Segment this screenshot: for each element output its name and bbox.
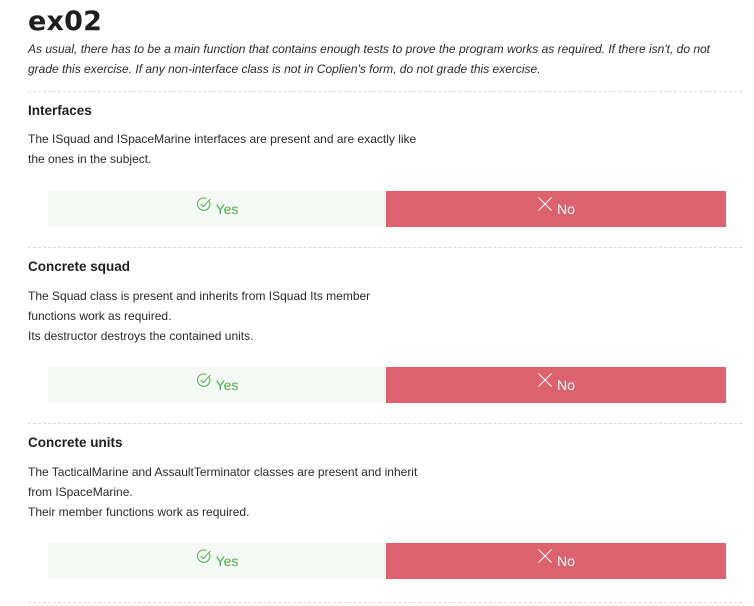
section-interfaces: Interfaces The ISquad and ISpaceMarine i…: [28, 91, 742, 244]
section-concrete-units: Concrete units The TacticalMarine and As…: [28, 423, 742, 596]
yes-label: Yes: [215, 553, 239, 569]
x-mark-icon: [537, 196, 553, 215]
grading-page: ex02 As usual, there has to be a main fu…: [28, 0, 742, 79]
no-label: No: [557, 377, 575, 393]
section-description: The Squad class is present and inherits …: [28, 286, 428, 346]
yes-label: Yes: [215, 377, 239, 393]
no-button[interactable]: No: [386, 543, 726, 579]
answer-buttons: Yes No: [48, 367, 726, 403]
description-line: The ISquad and ISpaceMarine interfaces a…: [28, 132, 417, 146]
no-label: No: [557, 553, 575, 569]
description-line: functions work as required.: [28, 309, 172, 323]
x-mark-icon: [537, 372, 553, 391]
check-circle-icon: [196, 372, 212, 391]
description-line: The Squad class is present and inherits …: [28, 289, 371, 303]
no-label: No: [557, 201, 575, 217]
section-heading: Concrete squad: [28, 259, 131, 274]
description-line: Its destructor destroys the contained un…: [28, 329, 254, 343]
description-line: from ISpaceMarine.: [28, 485, 133, 499]
yes-button[interactable]: Yes: [48, 543, 386, 579]
no-button[interactable]: No: [386, 191, 726, 227]
section-heading: Interfaces: [28, 103, 92, 118]
section-divider: [28, 602, 742, 603]
check-circle-icon: [196, 196, 212, 215]
description-line: the ones in the subject.: [28, 152, 152, 166]
section-description: The TacticalMarine and AssaultTerminator…: [28, 462, 428, 522]
answer-buttons: Yes No: [48, 543, 726, 579]
exercise-intro: As usual, there has to be a main functio…: [28, 42, 711, 76]
yes-button[interactable]: Yes: [48, 367, 386, 403]
section-heading: Concrete units: [28, 435, 123, 450]
description-line: Their member functions work as required.: [28, 505, 250, 519]
answer-buttons: Yes No: [48, 191, 726, 227]
exercise-title: ex02: [28, 6, 103, 37]
yes-label: Yes: [215, 201, 239, 217]
check-circle-icon: [196, 548, 212, 567]
x-mark-icon: [537, 548, 553, 567]
no-button[interactable]: No: [386, 367, 726, 403]
section-description: The ISquad and ISpaceMarine interfaces a…: [28, 129, 428, 169]
section-concrete-squad: Concrete squad The Squad class is presen…: [28, 247, 742, 420]
description-line: The TacticalMarine and AssaultTerminator…: [28, 465, 418, 479]
yes-button[interactable]: Yes: [48, 191, 386, 227]
